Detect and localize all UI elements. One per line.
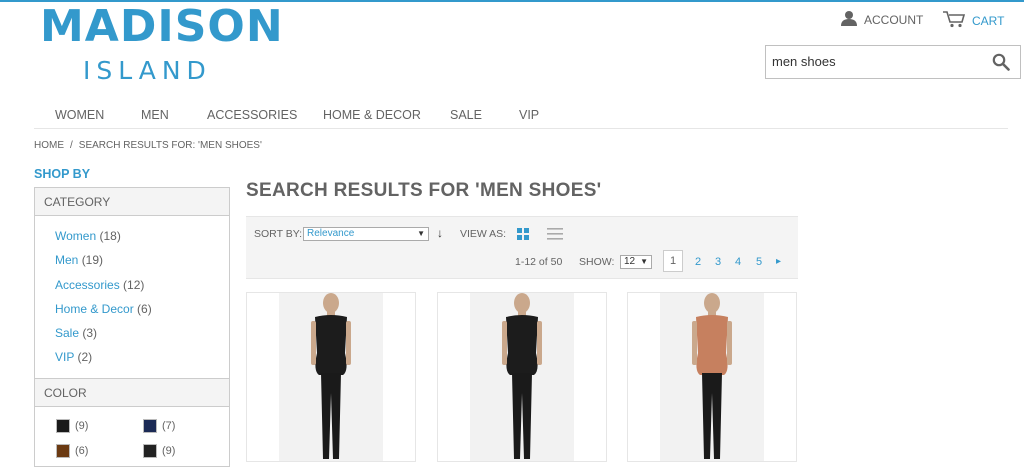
nav-item-home-decor[interactable]: HOME & DECOR <box>323 108 421 122</box>
color-swatch-option[interactable]: (9) <box>143 444 175 458</box>
chevron-down-icon: ▼ <box>640 257 648 266</box>
search-input[interactable] <box>772 54 972 69</box>
category-count: (6) <box>137 302 152 316</box>
category-filter-accessories[interactable]: Accessories (12) <box>55 278 144 292</box>
category-filter-sale[interactable]: Sale (3) <box>55 326 97 340</box>
nav-item-sale[interactable]: SALE <box>450 108 482 122</box>
page-current: 1 <box>663 250 683 272</box>
cart-icon <box>942 10 972 31</box>
category-label: Accessories <box>55 278 120 292</box>
color-swatch <box>56 444 70 458</box>
page-link-4[interactable]: 4 <box>735 256 741 268</box>
color-count: (9) <box>162 445 176 457</box>
product-image[interactable] <box>279 293 383 461</box>
category-title: CATEGORY <box>44 195 111 209</box>
main-nav: WOMEN MEN ACCESSORIES HOME & DECOR SALE … <box>34 104 1008 129</box>
model-figure <box>311 293 351 459</box>
page-title: SEARCH RESULTS FOR 'MEN SHOES' <box>246 180 602 201</box>
category-filter-home-decor[interactable]: Home & Decor (6) <box>55 302 152 316</box>
nav-item-vip[interactable]: VIP <box>519 108 539 122</box>
breadcrumb-home[interactable]: HOME <box>34 140 64 151</box>
sort-by-value: Relevance <box>307 228 355 239</box>
category-label: Home & Decor <box>55 302 134 316</box>
color-swatch <box>143 444 157 458</box>
cart-label: CART <box>972 13 1005 28</box>
color-title: COLOR <box>44 386 87 400</box>
model-figure <box>502 293 542 459</box>
limiter-select[interactable]: 12 ▼ <box>620 255 652 269</box>
brand-logo[interactable]: MADISON ISLAND <box>40 1 284 86</box>
model-figure <box>692 293 732 459</box>
category-section-header[interactable]: CATEGORY <box>35 188 229 216</box>
shop-by-heading: SHOP BY <box>34 167 91 181</box>
product-card[interactable] <box>437 292 607 462</box>
grid-view-icon[interactable] <box>517 227 529 245</box>
category-count: (2) <box>77 350 93 364</box>
nav-item-accessories[interactable]: ACCESSORIES <box>207 108 297 122</box>
product-image[interactable] <box>470 293 574 461</box>
results-toolbar: SORT BY: Relevance ▼ ↓ VIEW AS: 1-12 of … <box>246 216 798 279</box>
sort-by-label: SORT BY: <box>254 228 303 240</box>
breadcrumb-current: SEARCH RESULTS FOR: 'MEN SHOES' <box>78 140 262 151</box>
color-count: (7) <box>162 420 176 432</box>
breadcrumb-separator: / <box>70 140 73 151</box>
nav-item-men[interactable]: MEN <box>141 108 169 122</box>
sort-by-select[interactable]: Relevance ▼ <box>303 227 429 241</box>
color-swatch <box>143 419 157 433</box>
category-count: (12) <box>123 278 145 292</box>
next-page-icon[interactable]: ▸ <box>776 256 781 267</box>
page-link-2[interactable]: 2 <box>695 256 701 268</box>
limiter-value: 12 <box>624 256 636 267</box>
list-view-icon[interactable] <box>547 227 563 245</box>
account-link[interactable]: ACCOUNT <box>840 10 923 29</box>
color-swatch-option[interactable]: (9) <box>56 419 88 433</box>
logo-line-1: MADISON <box>40 1 284 52</box>
product-card[interactable] <box>627 292 797 462</box>
chevron-down-icon: ▼ <box>417 229 425 238</box>
category-label: Men <box>55 253 79 267</box>
account-label: ACCOUNT <box>864 12 924 27</box>
breadcrumb: HOME / SEARCH RESULTS FOR: 'MEN SHOES' <box>34 140 262 151</box>
category-count: (3) <box>82 326 98 340</box>
color-section-header[interactable]: COLOR <box>35 378 229 407</box>
search-icon[interactable] <box>992 53 1010 76</box>
category-label: Women <box>55 229 97 243</box>
user-icon <box>840 10 864 29</box>
color-swatch <box>56 419 70 433</box>
logo-line-2: ISLAND <box>83 56 212 85</box>
page-link-5[interactable]: 5 <box>756 256 762 268</box>
category-filter-men[interactable]: Men (19) <box>55 253 103 267</box>
color-swatch-option[interactable]: (6) <box>56 444 88 458</box>
color-count: (6) <box>75 445 89 457</box>
category-count: (18) <box>99 229 121 243</box>
category-label: Sale <box>55 326 80 340</box>
color-count: (9) <box>75 420 89 432</box>
category-count: (19) <box>81 253 104 267</box>
nav-item-women[interactable]: WOMEN <box>55 108 104 122</box>
color-swatch-option[interactable]: (7) <box>143 419 175 433</box>
category-filter-women[interactable]: Women (18) <box>55 229 121 243</box>
layered-navigation: CATEGORY Women (18) Men (19) Accessories… <box>34 187 230 467</box>
category-filter-vip[interactable]: VIP (2) <box>55 350 92 364</box>
category-label: VIP <box>55 350 75 364</box>
sort-direction-icon[interactable]: ↓ <box>437 226 443 240</box>
product-card[interactable] <box>246 292 416 462</box>
view-as-label: VIEW AS: <box>460 228 507 240</box>
cart-link[interactable]: CART <box>942 10 1004 31</box>
page-link-3[interactable]: 3 <box>715 256 721 268</box>
show-label: SHOW: <box>579 256 615 268</box>
search-box <box>765 45 1021 79</box>
product-image[interactable] <box>660 293 764 461</box>
results-count: 1-12 of 50 <box>515 256 563 268</box>
